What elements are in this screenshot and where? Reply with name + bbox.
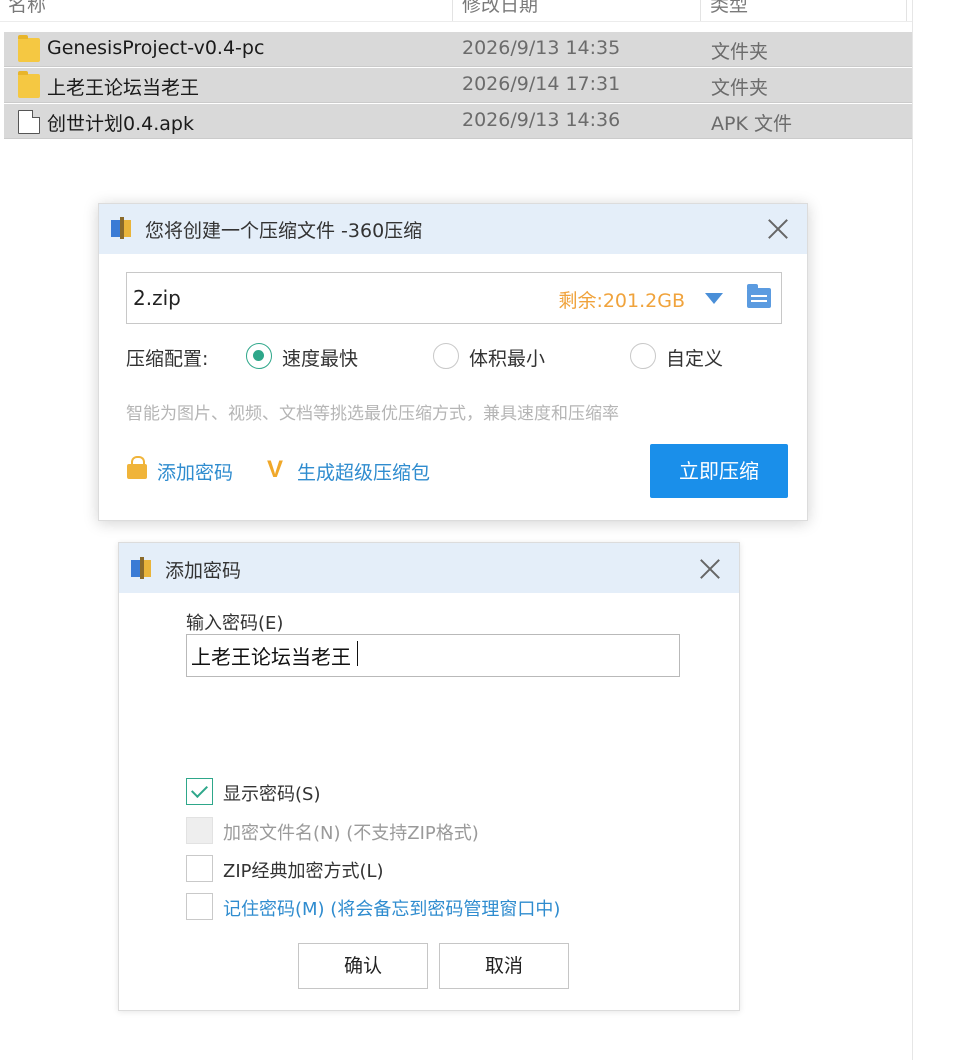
add-password-label: 添加密码: [157, 462, 234, 484]
checkbox-box[interactable]: [186, 893, 213, 920]
super-package-link[interactable]: V 生成超级压缩包: [267, 456, 447, 484]
compress-config-label: 压缩配置:: [126, 348, 209, 370]
chevron-down-icon[interactable]: [705, 293, 723, 304]
file-date: 2026/9/13 14:36: [462, 109, 621, 131]
encrypt-filename-checkbox: 加密文件名(N) (不支持ZIP格式): [186, 817, 636, 845]
dialog-title: 添加密码: [165, 560, 242, 582]
file-row[interactable]: 创世计划0.4.apk 2026/9/13 14:36 APK 文件: [4, 104, 912, 139]
show-password-checkbox[interactable]: 显示密码(S): [186, 778, 636, 806]
checkbox-label: 显示密码(S): [223, 784, 321, 805]
cancel-button[interactable]: 取消: [439, 943, 569, 989]
close-icon[interactable]: [765, 216, 791, 242]
file-row[interactable]: GenesisProject-v0.4-pc 2026/9/13 14:35 文…: [4, 32, 912, 67]
radio-label: 速度最快: [282, 348, 359, 370]
archive-filename[interactable]: 2.zip: [133, 286, 181, 310]
text-caret: [357, 641, 358, 666]
column-divider[interactable]: [700, 0, 701, 21]
radio-label: 体积最小: [469, 348, 546, 370]
folder-icon: [18, 71, 40, 98]
confirm-button[interactable]: 确认: [298, 943, 428, 989]
checkbox-label: 记住密码(M) (将会备忘到密码管理窗口中): [223, 899, 561, 920]
column-divider[interactable]: [906, 0, 907, 21]
archive-path-field[interactable]: 2.zip 剩余:201.2GB: [126, 272, 782, 324]
column-date[interactable]: 修改日期: [462, 0, 538, 17]
file-name: GenesisProject-v0.4-pc: [47, 37, 265, 59]
column-type[interactable]: 类型: [710, 0, 748, 17]
close-icon[interactable]: [697, 556, 723, 582]
dialog-title-bar[interactable]: 您将创建一个压缩文件 -360压缩: [99, 204, 807, 254]
checkbox-label: 加密文件名(N) (不支持ZIP格式): [223, 823, 479, 844]
file-date: 2026/9/13 14:35: [462, 37, 621, 59]
file-type: 文件夹: [711, 77, 769, 99]
folder-browse-icon[interactable]: [747, 284, 771, 308]
password-input[interactable]: [186, 634, 680, 677]
radio-smallest[interactable]: 体积最小: [433, 342, 568, 370]
window-edge: [912, 0, 960, 1060]
compress-dialog: 您将创建一个压缩文件 -360压缩 2.zip 剩余:201.2GB 压缩配置:…: [98, 203, 808, 521]
lock-icon: [127, 456, 147, 479]
radio-button[interactable]: [246, 343, 272, 369]
file-type: 文件夹: [711, 41, 769, 63]
radio-button[interactable]: [433, 343, 459, 369]
dialog-title: 您将创建一个压缩文件 -360压缩: [145, 220, 423, 242]
file-row[interactable]: 上老王论坛当老王 2026/9/14 17:31 文件夹: [4, 68, 912, 103]
password-input-label: 输入密码(E): [186, 613, 284, 634]
compress-now-button[interactable]: 立即压缩: [650, 444, 788, 498]
remember-password-checkbox[interactable]: 记住密码(M) (将会备忘到密码管理窗口中): [186, 893, 636, 921]
file-name: 上老王论坛当老王: [47, 77, 200, 99]
column-divider[interactable]: [452, 0, 453, 21]
file-icon: [18, 110, 40, 134]
super-package-label: 生成超级压缩包: [297, 462, 431, 484]
file-date: 2026/9/14 17:31: [462, 73, 621, 95]
folder-icon: [18, 35, 40, 62]
zip-classic-encryption-checkbox[interactable]: ZIP经典加密方式(L): [186, 855, 636, 883]
checkbox-box[interactable]: [186, 855, 213, 882]
column-header: 名称 修改日期 类型: [0, 0, 912, 22]
checkbox-label: ZIP经典加密方式(L): [223, 861, 384, 882]
archive-app-icon: [131, 557, 155, 579]
add-password-link[interactable]: 添加密码: [127, 456, 247, 484]
archive-app-icon: [111, 217, 135, 239]
radio-label: 自定义: [666, 348, 724, 370]
file-type: APK 文件: [711, 113, 792, 135]
file-name: 创世计划0.4.apk: [47, 113, 194, 135]
vip-icon: V: [267, 456, 284, 483]
radio-fastest[interactable]: 速度最快: [246, 342, 381, 370]
free-space-label: 剩余:201.2GB: [558, 290, 685, 312]
password-dialog: 添加密码 输入密码(E) 显示密码(S) 加密文件名(N) (不支持ZIP格式)…: [118, 542, 740, 1011]
radio-button[interactable]: [630, 343, 656, 369]
radio-custom[interactable]: 自定义: [630, 342, 740, 370]
checkbox-box[interactable]: [186, 778, 213, 805]
dialog-title-bar[interactable]: 添加密码: [119, 543, 739, 593]
checkbox-box: [186, 817, 213, 844]
column-name[interactable]: 名称: [8, 0, 46, 17]
compress-hint: 智能为图片、视频、文档等挑选最优压缩方式，兼具速度和压缩率: [126, 404, 619, 424]
